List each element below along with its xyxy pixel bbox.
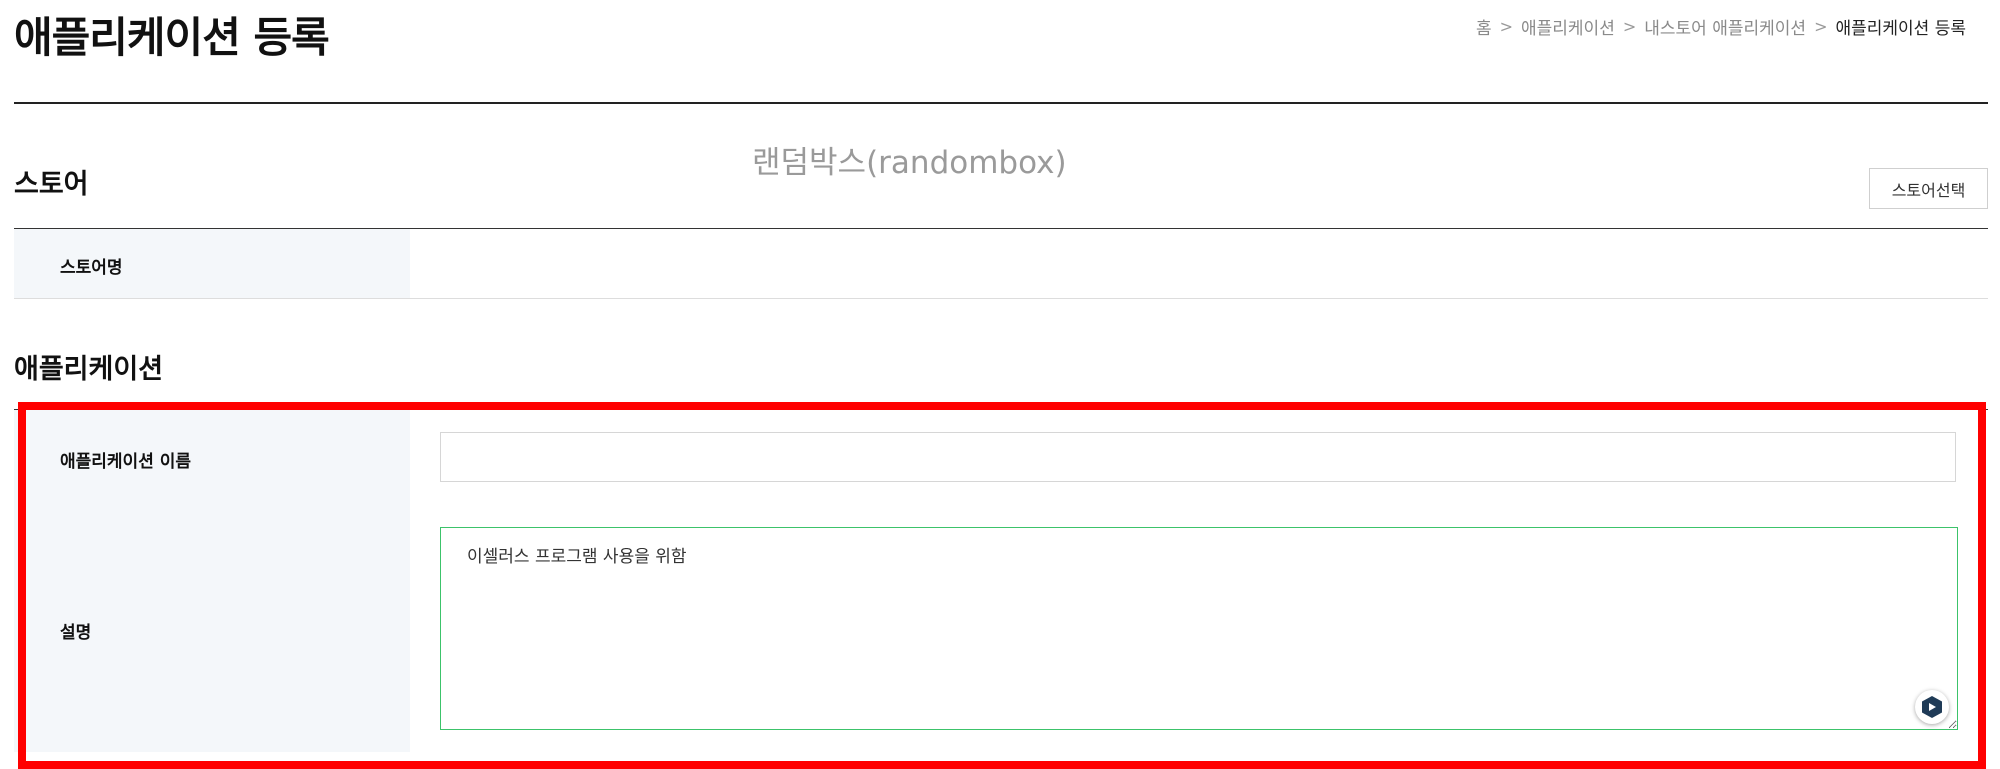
store-section-title: 스토어 xyxy=(14,169,89,200)
description-label: 설명 xyxy=(60,623,92,643)
store-name-label-cell: 스토어명 xyxy=(14,229,410,298)
application-name-label: 애플리케이션 이름 xyxy=(60,452,192,472)
application-name-input[interactable] xyxy=(440,432,1956,482)
breadcrumb-item-home[interactable]: 홈 xyxy=(1476,14,1492,39)
title-divider xyxy=(14,102,1988,104)
chevron-right-icon: > xyxy=(1622,17,1637,36)
chevron-right-icon: > xyxy=(1499,17,1513,36)
page-title: 애플리케이션 등록 xyxy=(14,13,330,62)
chevron-right-icon: > xyxy=(1814,17,1828,36)
selected-store-display: 랜덤박스(randombox) xyxy=(752,145,1067,181)
store-select-button[interactable]: 스토어선택 xyxy=(1869,168,1988,209)
breadcrumb-item-my-store-applications[interactable]: 내스토어 애플리케이션 xyxy=(1644,14,1806,39)
application-section-title: 애플리케이션 xyxy=(14,354,164,385)
breadcrumb: 홈 > 애플리케이션 > 내스토어 애플리케이션 > 애플리케이션 등록 xyxy=(1476,14,1966,39)
breadcrumb-item-current: 애플리케이션 등록 xyxy=(1835,19,1966,39)
assistant-glyph-icon xyxy=(1922,696,1942,718)
store-table-bottom-border xyxy=(14,298,1988,299)
application-label-column: 애플리케이션 이름 설명 xyxy=(14,410,410,752)
breadcrumb-item-applications[interactable]: 애플리케이션 xyxy=(1521,14,1615,39)
store-name-label: 스토어명 xyxy=(60,258,123,278)
assistant-icon[interactable] xyxy=(1915,690,1949,724)
description-textarea[interactable]: 이셀러스 프로그램 사용을 위함 xyxy=(440,527,1958,730)
